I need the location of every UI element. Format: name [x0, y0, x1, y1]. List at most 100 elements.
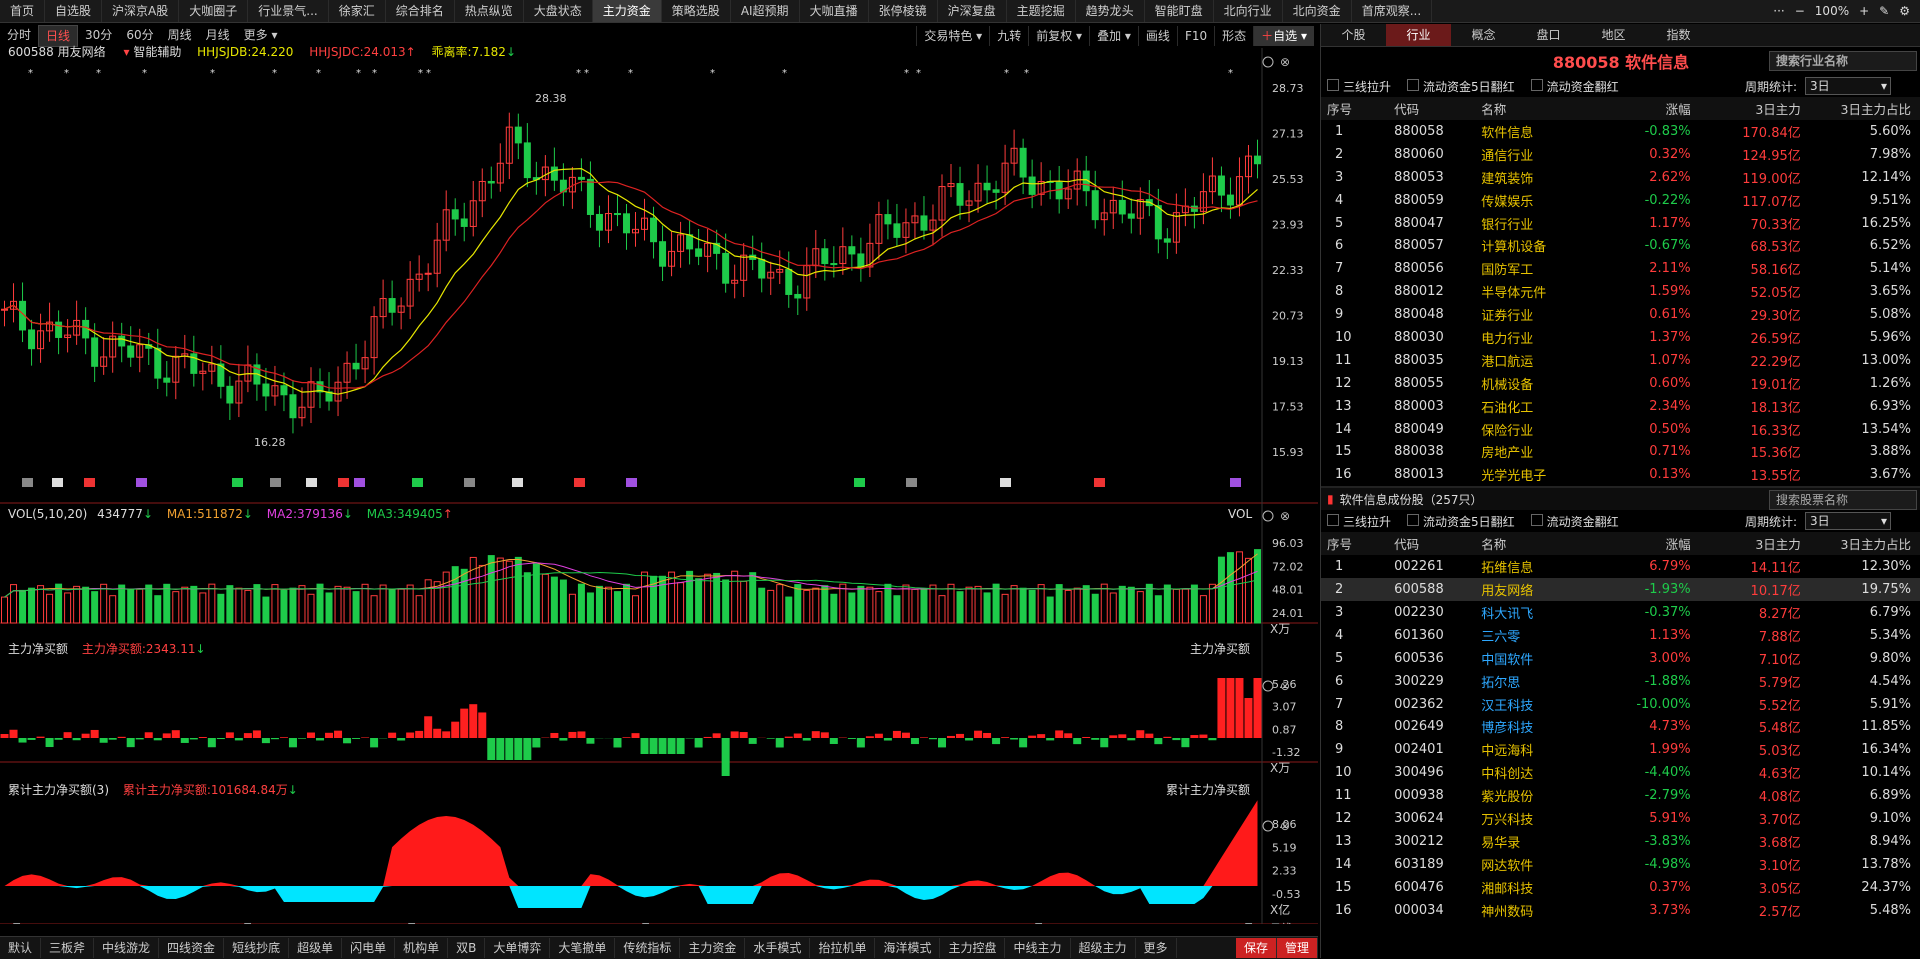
- nav-tab[interactable]: 综合排名: [386, 0, 455, 22]
- gear-icon[interactable]: [1263, 511, 1273, 521]
- chart-tool-2[interactable]: 前复权 ▾: [1028, 26, 1089, 46]
- template-button[interactable]: 大笔撤单: [550, 938, 615, 958]
- nav-tab[interactable]: 热点纵览: [455, 0, 524, 22]
- nav-tab[interactable]: 大咖直播: [800, 0, 869, 22]
- period-2[interactable]: 30分: [78, 25, 119, 45]
- table-row[interactable]: 5600536中国软件3.00%7.10亿9.80%: [1321, 647, 1920, 670]
- nav-tab[interactable]: 张停棱镜: [869, 0, 938, 22]
- nav-tab[interactable]: 大盘状态: [524, 0, 593, 22]
- nav-tab[interactable]: 策略选股: [662, 0, 731, 22]
- table-row[interactable]: 9002401中远海科1.99%5.03亿16.34%: [1321, 738, 1920, 761]
- nav-tab[interactable]: 徐家汇: [329, 0, 386, 22]
- event-icon[interactable]: [232, 478, 243, 487]
- period-select-2[interactable]: 3日▾: [1805, 512, 1891, 530]
- event-icon[interactable]: [136, 478, 147, 487]
- event-icon[interactable]: [906, 478, 917, 487]
- column-header[interactable]: 涨幅: [1626, 532, 1700, 555]
- industry-search-input[interactable]: 搜索行业名称: [1769, 51, 1917, 71]
- event-icon[interactable]: [52, 478, 63, 487]
- period-5[interactable]: 月线: [199, 25, 237, 45]
- table-row[interactable]: 10880030电力行业1.37%26.59亿5.96%: [1321, 326, 1920, 349]
- table-row[interactable]: 16880013光学光电子0.13%13.55亿3.67%: [1321, 463, 1920, 486]
- zoom-out-icon[interactable]: −: [1795, 4, 1805, 18]
- table-row[interactable]: 15600476湘邮科技0.37%3.05亿24.37%: [1321, 876, 1920, 899]
- column-header[interactable]: 代码: [1384, 532, 1471, 555]
- table-row[interactable]: 4601360三六零1.13%7.88亿5.34%: [1321, 624, 1920, 647]
- template-button[interactable]: 中线游龙: [94, 938, 159, 958]
- table-row[interactable]: 6880057计算机设备-0.67%68.53亿6.52%: [1321, 234, 1920, 257]
- table-row[interactable]: 15880038房地产业0.71%15.36亿3.88%: [1321, 440, 1920, 463]
- template-button[interactable]: 短线抄底: [224, 938, 289, 958]
- filter-flow-red-2[interactable]: 流动资金翻红: [1531, 513, 1619, 530]
- table-row[interactable]: 13880003石油化工2.34%18.13亿6.93%: [1321, 395, 1920, 418]
- period-0[interactable]: 分时: [0, 25, 38, 45]
- event-icon[interactable]: [1000, 478, 1011, 487]
- zoom-level[interactable]: 100%: [1815, 4, 1849, 18]
- table-row[interactable]: 3002230科大讯飞-0.37%8.27亿6.79%: [1321, 601, 1920, 624]
- period-select[interactable]: 3日▾: [1805, 77, 1891, 95]
- template-button[interactable]: 闪电单: [342, 938, 395, 958]
- event-icon[interactable]: [22, 478, 33, 487]
- table-row[interactable]: 11880035港口航运1.07%22.29亿13.00%: [1321, 349, 1920, 372]
- filter-three-line[interactable]: 三线拉升: [1327, 78, 1391, 95]
- close-icon[interactable]: ⊗: [1280, 819, 1290, 833]
- filter-5day-flow-2[interactable]: 流动资金5日翻红: [1407, 513, 1515, 530]
- nav-tab[interactable]: 北向资金: [1283, 0, 1352, 22]
- chart-tool-4[interactable]: 画线: [1138, 26, 1177, 46]
- event-icon[interactable]: [1230, 478, 1241, 487]
- table-row[interactable]: 5880047银行行业1.17%70.33亿16.25%: [1321, 212, 1920, 235]
- gear-icon[interactable]: [1263, 57, 1273, 67]
- column-header[interactable]: 名称: [1471, 97, 1626, 120]
- settings-icon[interactable]: ⚙: [1899, 4, 1910, 18]
- chart-tool-3[interactable]: 叠加 ▾: [1089, 26, 1138, 46]
- filter-5day-flow[interactable]: 流动资金5日翻红: [1407, 78, 1515, 95]
- table-row[interactable]: 9880048证券行业0.61%29.30亿5.08%: [1321, 303, 1920, 326]
- chart-tool-1[interactable]: 九转: [989, 26, 1028, 46]
- template-button[interactable]: 主力资金: [680, 938, 745, 958]
- panel-tab[interactable]: 盘口: [1516, 24, 1581, 46]
- template-button[interactable]: 抬拉机单: [810, 938, 875, 958]
- template-button[interactable]: 超级单: [289, 938, 342, 958]
- table-row[interactable]: 8002649博彦科技4.73%5.48亿11.85%: [1321, 715, 1920, 738]
- period-3[interactable]: 60分: [119, 25, 160, 45]
- table-row[interactable]: 3880053建筑装饰2.62%119.00亿12.14%: [1321, 166, 1920, 189]
- column-header[interactable]: 代码: [1384, 97, 1471, 120]
- event-icon[interactable]: [626, 478, 637, 487]
- event-icon[interactable]: [354, 478, 365, 487]
- column-header[interactable]: 3日主力: [1701, 532, 1811, 555]
- panel-tab[interactable]: 概念: [1451, 24, 1516, 46]
- column-header[interactable]: 涨幅: [1626, 97, 1700, 120]
- panel-tab[interactable]: 个股: [1321, 24, 1386, 46]
- smart-assist-toggle[interactable]: ▾ 智能辅助: [123, 45, 181, 59]
- event-icon[interactable]: [1094, 478, 1105, 487]
- column-header[interactable]: 名称: [1471, 532, 1626, 555]
- template-button[interactable]: 更多: [1136, 938, 1177, 958]
- column-header[interactable]: 3日主力占比: [1811, 532, 1920, 555]
- column-header[interactable]: 3日主力占比: [1811, 97, 1920, 120]
- period-4[interactable]: 周线: [161, 25, 199, 45]
- event-icon[interactable]: [270, 478, 281, 487]
- panel-tab[interactable]: 行业: [1386, 24, 1451, 46]
- nav-tab[interactable]: AI超预期: [731, 0, 800, 22]
- event-icon[interactable]: [512, 478, 523, 487]
- nav-tab[interactable]: 自选股: [45, 0, 102, 22]
- template-button[interactable]: 海洋模式: [875, 938, 940, 958]
- table-row[interactable]: 13300212易华录-3.83%3.68亿8.94%: [1321, 830, 1920, 853]
- nav-tab[interactable]: 趋势龙头: [1076, 0, 1145, 22]
- zoom-in-icon[interactable]: +: [1859, 4, 1869, 18]
- panel-tab[interactable]: 指数: [1646, 24, 1711, 46]
- table-row[interactable]: 1880058软件信息-0.83%170.84亿5.60%: [1321, 120, 1920, 143]
- template-button[interactable]: 三板斧: [41, 938, 94, 958]
- event-icon[interactable]: [84, 478, 95, 487]
- close-icon[interactable]: ⊗: [1280, 55, 1290, 69]
- column-header[interactable]: 序号: [1321, 532, 1384, 555]
- table-row[interactable]: 1002261拓维信息6.79%14.11亿12.30%: [1321, 555, 1920, 578]
- table-row[interactable]: 7880056国防军工2.11%58.16亿5.14%: [1321, 257, 1920, 280]
- column-header[interactable]: 3日主力: [1701, 97, 1811, 120]
- chart-tool-5[interactable]: F10: [1177, 26, 1214, 46]
- close-icon[interactable]: ⊗: [1280, 679, 1290, 693]
- template-button[interactable]: 主力控盘: [940, 938, 1005, 958]
- template-button[interactable]: 管理: [1277, 938, 1318, 958]
- chart-tool-0[interactable]: 交易特色 ▾: [916, 26, 989, 46]
- table-row[interactable]: 14603189网达软件-4.98%3.10亿13.78%: [1321, 853, 1920, 876]
